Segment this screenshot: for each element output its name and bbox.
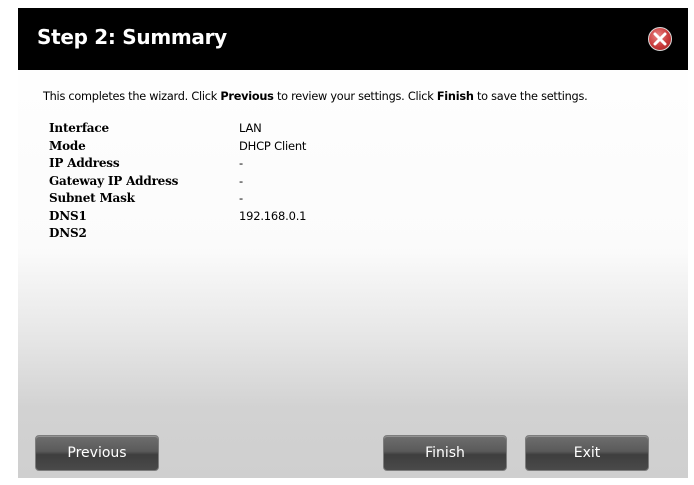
summary-value: -: [239, 173, 243, 188]
finish-button-label: Finish: [425, 445, 465, 461]
summary-label: Subnet Mask: [49, 191, 135, 205]
summary-label: Interface: [49, 121, 109, 135]
dialog-title: Step 2: Summary: [37, 25, 227, 49]
close-icon: [653, 32, 667, 46]
summary-label: Mode: [49, 138, 86, 153]
intro-part2: to review your settings. Click: [273, 90, 437, 103]
intro-text: This completes the wizard. Click Previou…: [43, 90, 683, 103]
exit-button[interactable]: Exit: [525, 435, 649, 471]
dialog-titlebar: Step 2: Summary: [18, 8, 688, 70]
previous-button-label: Previous: [67, 445, 127, 461]
close-button[interactable]: [648, 27, 672, 51]
summary-dialog: Step 2: Summary This completes the wizar…: [18, 8, 688, 478]
intro-part1: This completes the wizard. Click: [43, 90, 221, 103]
summary-value: LAN: [239, 121, 262, 135]
intro-previous-word: Previous: [220, 90, 274, 103]
summary-label: DNS1: [49, 208, 87, 223]
intro-part3: to save the settings.: [473, 90, 588, 103]
previous-button[interactable]: Previous: [35, 435, 159, 471]
finish-button[interactable]: Finish: [383, 435, 507, 471]
summary-label: DNS2: [49, 226, 87, 240]
summary-label: IP Address: [49, 156, 120, 170]
summary-value: DHCP Client: [239, 138, 307, 153]
summary-value: -: [239, 191, 243, 205]
intro-finish-word: Finish: [436, 90, 474, 103]
summary-value: 192.168.0.1: [239, 208, 307, 223]
summary-label: Gateway IP Address: [49, 173, 179, 188]
summary-value: -: [239, 156, 243, 170]
exit-button-label: Exit: [573, 445, 601, 461]
